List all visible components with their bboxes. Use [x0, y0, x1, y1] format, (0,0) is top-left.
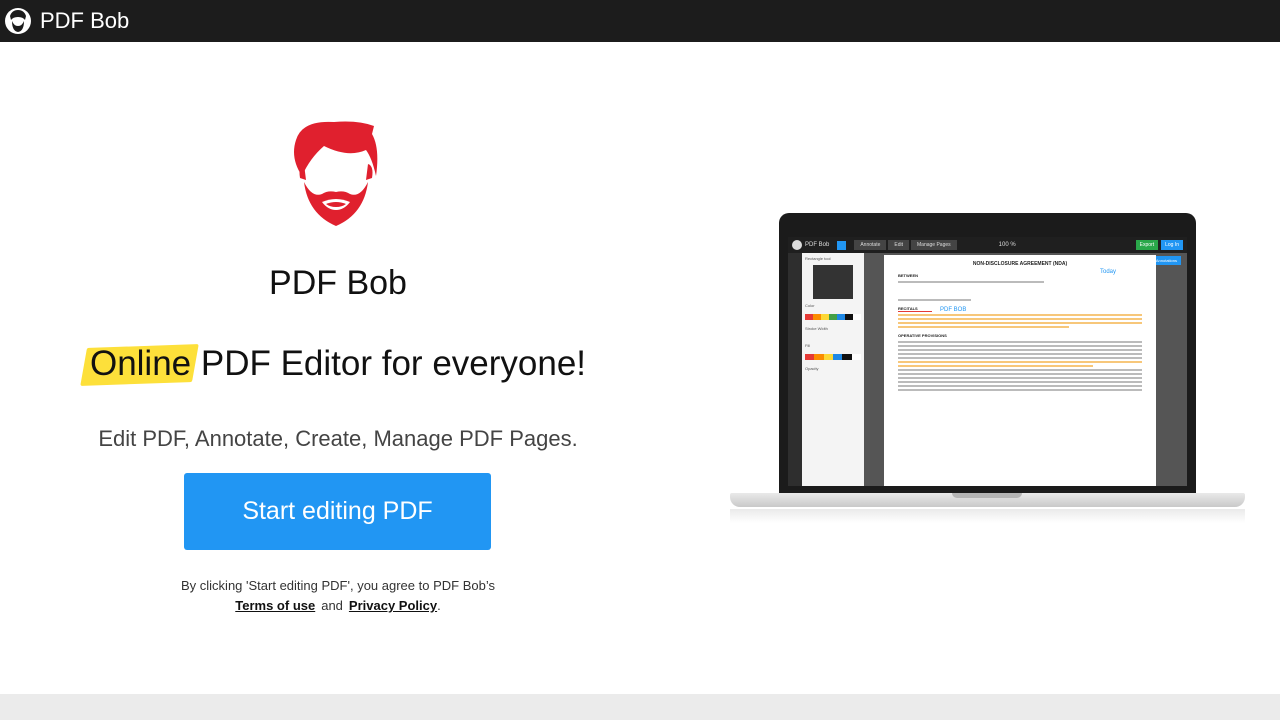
privacy-policy-link[interactable]: Privacy Policy: [349, 598, 437, 613]
app-toolbar: PDF Bob Annotate Edit Manage Pages 100 %…: [788, 237, 1187, 253]
headline-rest: PDF Editor for everyone!: [191, 344, 587, 383]
start-editing-button[interactable]: Start editing PDF: [184, 473, 491, 550]
and-label: and: [321, 598, 343, 613]
app-tool-panel: Rectangle tool Color Stroke Width Fill O…: [802, 253, 864, 486]
consent-sentence: By clicking 'Start editing PDF', you agr…: [181, 578, 495, 593]
top-navigation-bar: PDF Bob: [0, 0, 1280, 42]
document-page: NON-DISCLOSURE AGREEMENT (NDA) Today BET…: [884, 255, 1156, 486]
app-tab-edit: Edit: [888, 240, 909, 250]
panel-color-palette: [805, 314, 861, 320]
panel-fill-label: Fill: [805, 343, 811, 348]
panel-preview-swatch: [813, 265, 853, 299]
bearded-man-icon: [294, 121, 378, 226]
footer-strip: [0, 694, 1280, 720]
terms-of-use-link[interactable]: Terms of use: [235, 598, 315, 613]
doc-operative: OPERATIVE PROVISIONS: [898, 333, 947, 338]
app-canvas: Annotations NON-DISCLOSURE AGREEMENT (ND…: [864, 253, 1187, 486]
headline: Online PDF Editor for everyone!: [0, 344, 676, 384]
app-tab-manage-pages: Manage Pages: [911, 240, 957, 250]
panel-stroke-label: Stroke Width: [805, 326, 828, 331]
laptop-notch: [952, 493, 1022, 498]
app-login-button: Log In: [1161, 240, 1183, 250]
app-name: PDF Bob: [805, 242, 830, 248]
panel-fill-palette: [805, 354, 861, 360]
bearded-man-icon[interactable]: [4, 7, 32, 35]
doc-recitals: RECITALS: [898, 306, 918, 311]
app-tab-annotate: Annotate: [854, 240, 887, 250]
panel-title: Rectangle tool: [805, 256, 831, 261]
app-screenshot: PDF Bob Annotate Edit Manage Pages 100 %…: [788, 237, 1187, 486]
app-tool-rail: [788, 253, 802, 486]
doc-signer: PDF BOB: [940, 307, 967, 313]
annotation-arrow: [898, 311, 932, 312]
consent-text: By clicking 'Start editing PDF', you agr…: [0, 576, 676, 616]
app-logo-icon: [792, 240, 802, 250]
hero-title: PDF Bob: [269, 264, 407, 302]
headline-highlight: Online: [89, 344, 192, 383]
add-icon: [837, 240, 847, 250]
doc-today: Today: [1099, 269, 1116, 275]
trailing-period: .: [437, 598, 441, 613]
panel-color-label: Color: [805, 303, 815, 308]
subheadline: Edit PDF, Annotate, Create, Manage PDF P…: [98, 426, 578, 451]
app-export-button: Export: [1135, 240, 1159, 250]
laptop-reflection: [730, 509, 1245, 523]
brand-name[interactable]: PDF Bob: [40, 8, 129, 34]
laptop-preview-image: PDF Bob Annotate Edit Manage Pages 100 %…: [730, 213, 1245, 525]
app-annotations-button: Annotations: [1151, 256, 1181, 265]
app-zoom: 100 %: [998, 242, 1016, 248]
panel-opacity-label: Opacity: [805, 366, 819, 371]
doc-title: NON-DISCLOSURE AGREEMENT (NDA): [972, 261, 1068, 267]
